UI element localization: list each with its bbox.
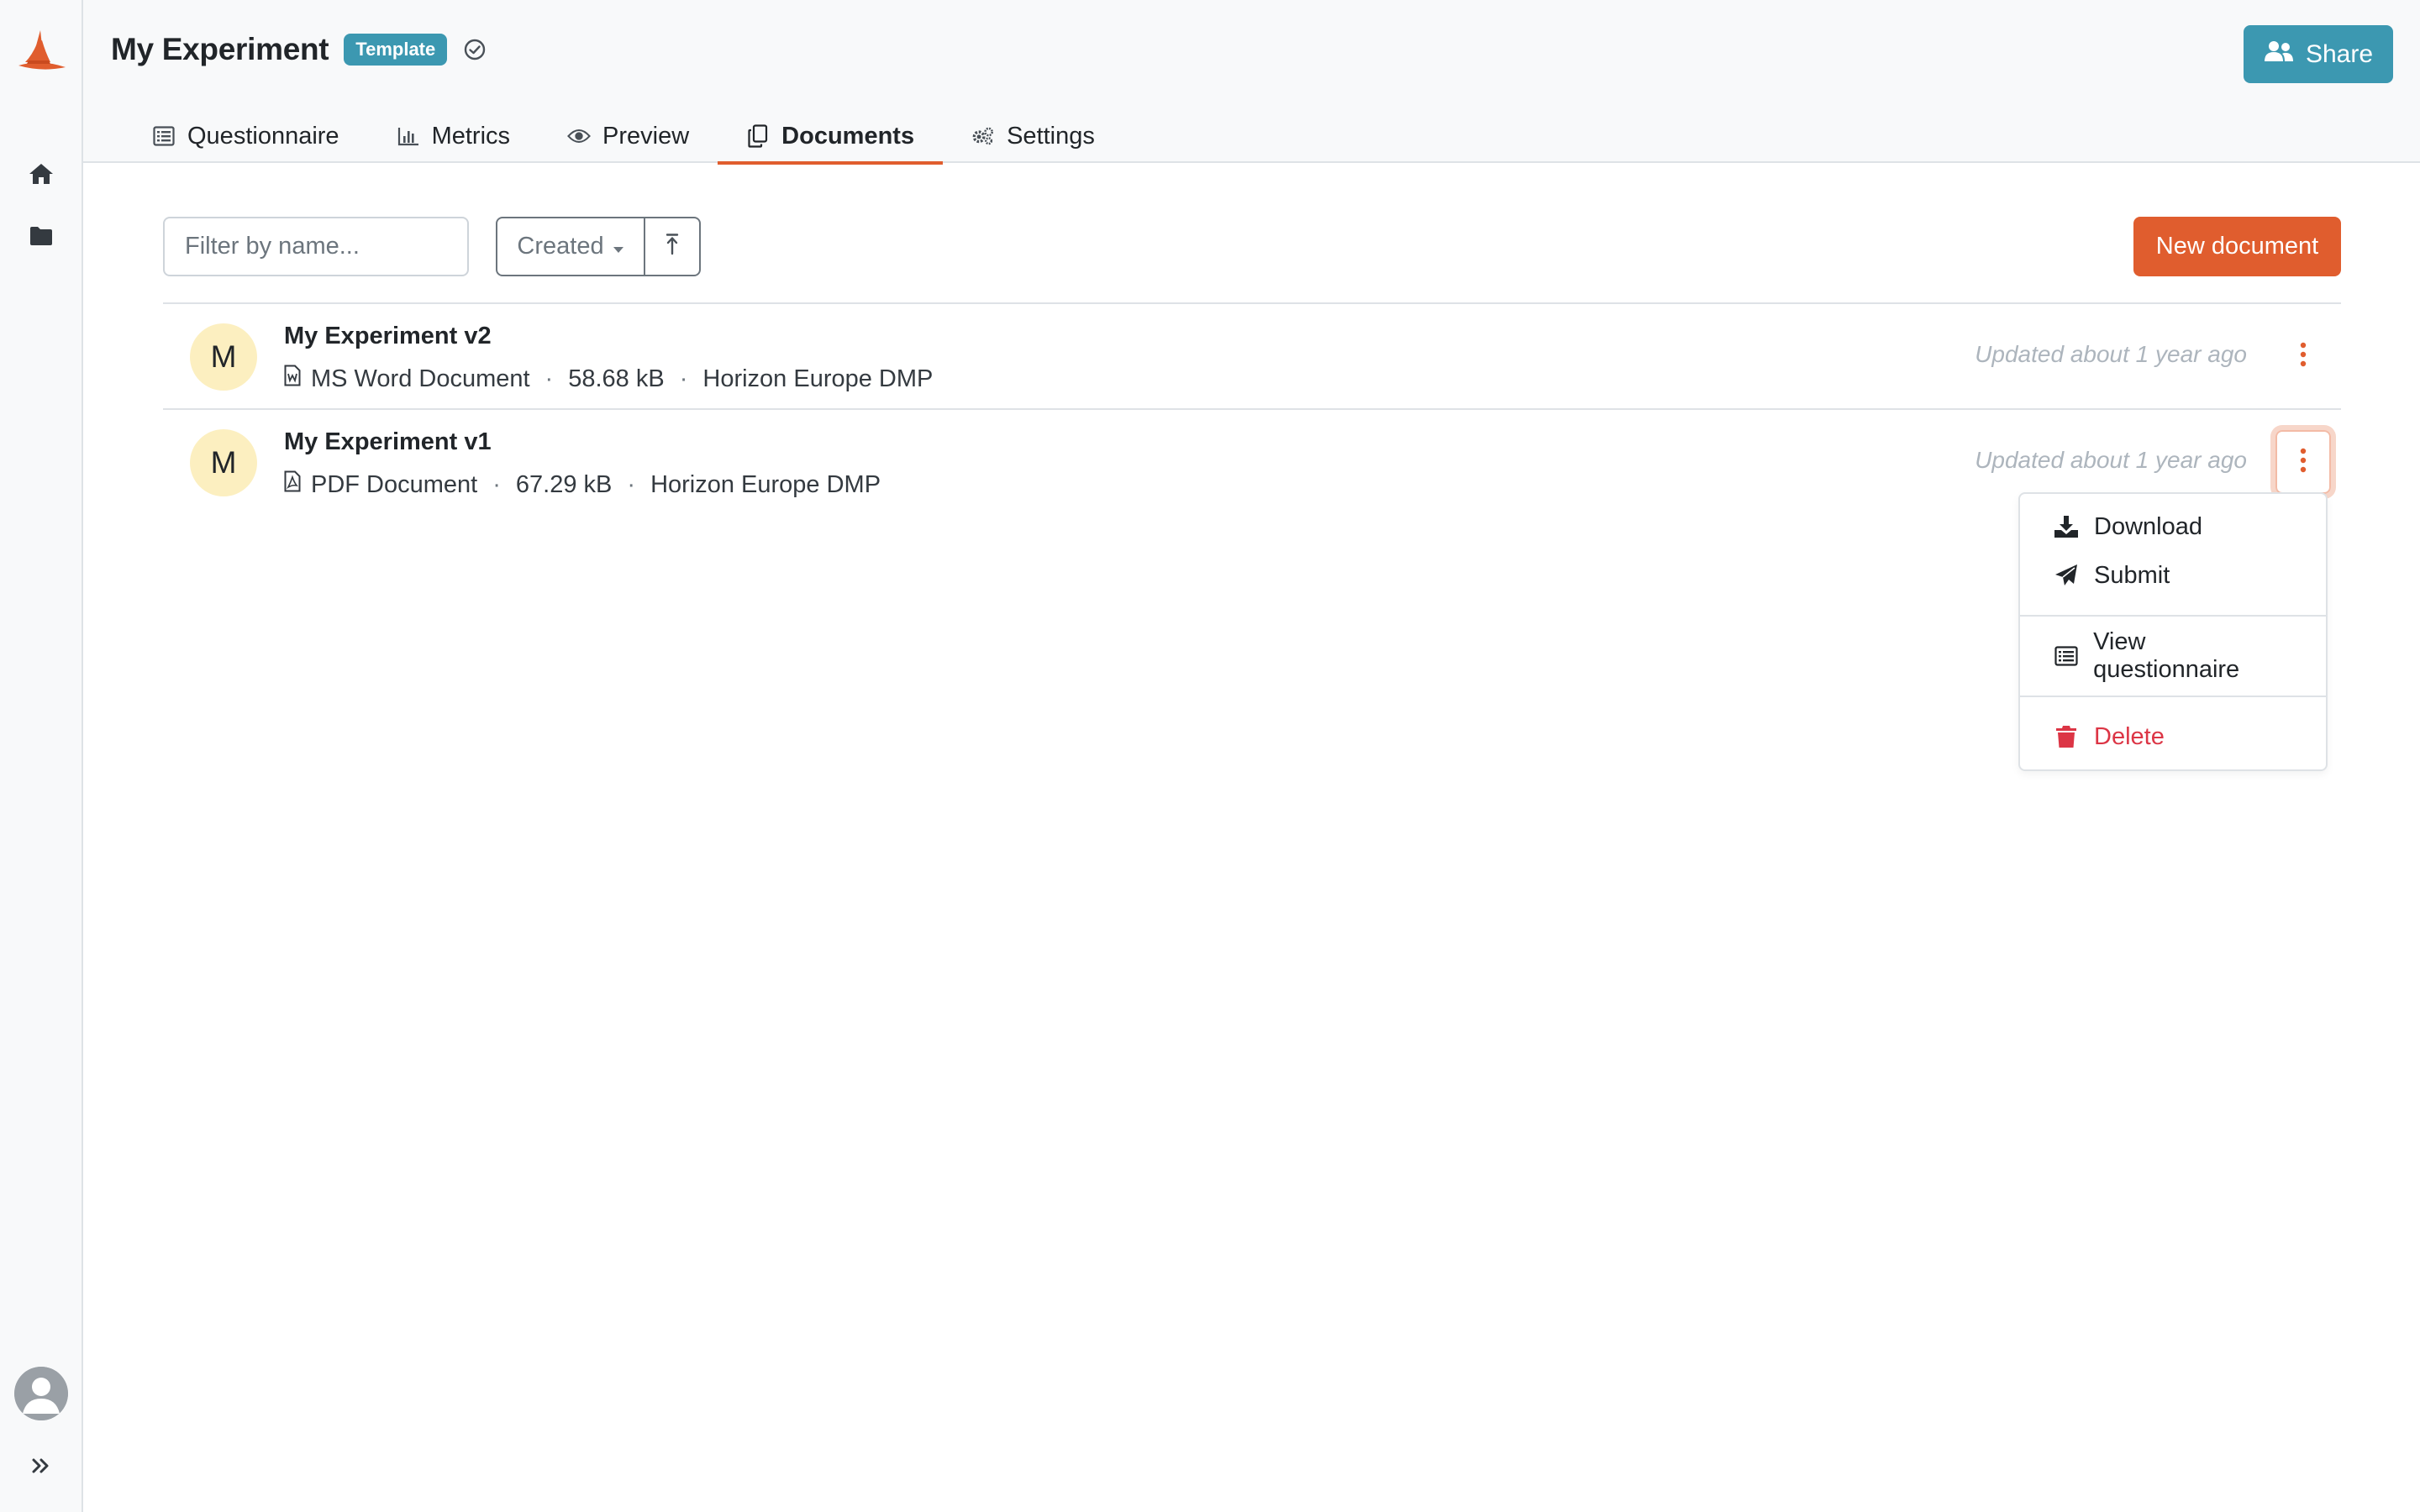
meta-separator: · [627,470,636,498]
meta-separator: · [492,470,501,498]
menu-item-view-questionnaire-label: View questionnaire [2093,628,2240,683]
tab-metrics-label: Metrics [431,122,511,150]
menu-item-delete-label: Delete [2094,722,2165,750]
tab-documents-label: Documents [781,122,915,150]
tab-documents[interactable]: Documents [718,109,944,165]
tab-preview[interactable]: Preview [539,109,718,163]
document-updated: Updated about 1 year ago [1975,447,2247,473]
menu-divider [2020,615,2326,617]
document-type: MS Word Document [311,365,530,392]
document-actions-menu: Download Submit View questionnaire Delet… [2018,492,2328,771]
users-icon [2264,40,2294,69]
document-actions-button[interactable] [2275,324,2331,388]
document-meta: MS Word Document · 58.68 kB · Horizon Eu… [284,365,933,393]
home-icon[interactable] [27,161,55,186]
user-avatar-icon[interactable] [14,1367,68,1420]
document-updated: Updated about 1 year ago [1975,341,2247,367]
list-icon [2054,643,2078,669]
menu-item-submit[interactable]: Submit [2020,551,2326,600]
tab-settings-label: Settings [1007,122,1095,150]
document-meta: PDF Document · 67.29 kB · Horizon Europe… [284,470,881,499]
menu-item-download-label: Download [2094,512,2202,540]
menu-item-submit-label: Submit [2094,561,2170,589]
tab-metrics[interactable]: Metrics [368,109,539,163]
share-label: Share [2305,39,2374,68]
meta-separator: · [544,365,554,392]
double-chevron-right-icon[interactable] [29,1453,54,1478]
file-word-icon [284,365,301,393]
document-size: 58.68 kB [568,365,665,392]
tab-bar: Questionnaire Metrics Preview Documents … [124,109,1123,165]
header: My Experiment Template Share Questionnai… [83,0,2420,165]
sort-by-label: Created [517,233,604,260]
sort-direction-button[interactable] [645,218,699,275]
download-icon [2054,514,2079,539]
paper-plane-icon [2054,563,2079,588]
ellipsis-vertical-icon [2300,448,2307,477]
list-item: M My Experiment v2 MS Word Document · 58… [163,304,2341,410]
document-avatar: M [190,429,257,496]
list-icon [152,124,176,148]
filter-input[interactable] [163,217,469,276]
document-actions-button[interactable] [2275,430,2331,494]
file-pdf-icon [284,470,301,499]
document-size: 67.29 kB [515,470,613,498]
tab-questionnaire[interactable]: Questionnaire [124,109,368,163]
sort-by-dropdown[interactable]: Created [497,218,645,275]
wizard-hat-logo[interactable] [17,29,67,74]
document-type: PDF Document [311,470,478,498]
menu-item-download[interactable]: Download [2020,502,2326,551]
share-button[interactable]: Share [2244,25,2393,83]
tab-questionnaire-label: Questionnaire [187,122,339,150]
document-avatar: M [190,323,257,391]
sidebar [0,0,83,1512]
document-name[interactable]: My Experiment v1 [284,428,492,456]
trash-icon [2054,724,2079,749]
page-title: My Experiment [111,32,329,66]
ellipsis-vertical-icon [2300,342,2307,371]
list-item: M My Experiment v1 PDF Document · 67.29 … [163,410,2341,516]
tab-preview-label: Preview [602,122,690,150]
document-name[interactable]: My Experiment v2 [284,323,492,350]
eye-icon [567,124,591,148]
gears-icon [971,124,995,148]
document-template: Horizon Europe DMP [702,365,934,392]
template-badge: Template [344,34,448,66]
caret-down-icon [613,233,624,260]
menu-divider [2020,696,2326,697]
check-circle-icon [462,37,487,62]
new-document-button[interactable]: New document [2133,217,2341,276]
sort-control: Created [496,217,701,276]
folder-icon[interactable] [27,223,55,249]
menu-item-view-questionnaire[interactable]: View questionnaire [2020,628,2326,683]
document-list: M My Experiment v2 MS Word Document · 58… [163,302,2341,516]
arrow-up-icon [666,234,679,260]
menu-item-delete[interactable]: Delete [2020,712,2326,761]
document-template: Horizon Europe DMP [650,470,881,498]
tab-settings[interactable]: Settings [943,109,1123,163]
meta-separator: · [679,365,688,392]
copy-icon [746,124,770,148]
bar-chart-icon [397,124,420,148]
